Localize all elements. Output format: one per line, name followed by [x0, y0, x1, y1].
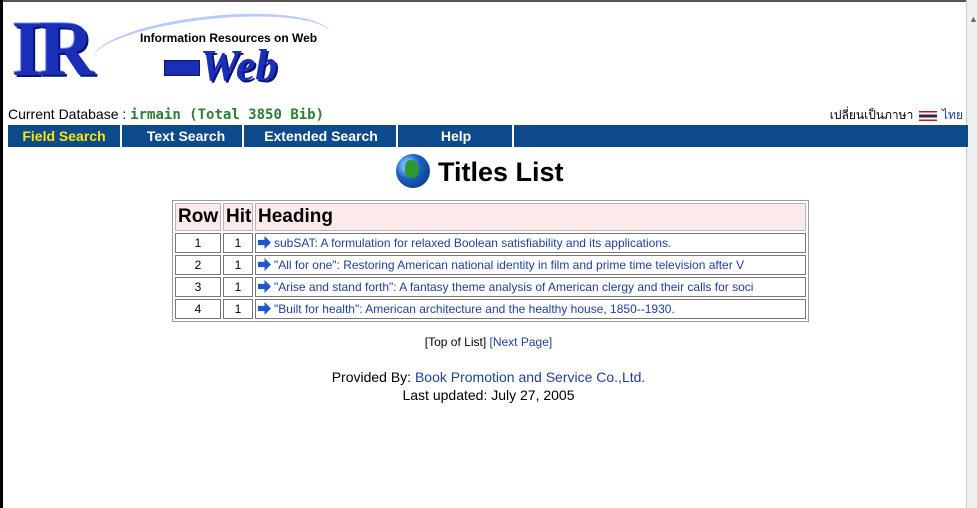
logo-dash [164, 60, 200, 76]
current-database: Current Database : irmain (Total 3850 Bi… [8, 106, 324, 123]
arrow-right-icon[interactable] [258, 236, 271, 249]
table-row: 4 1 "Built for health": American archite… [175, 299, 806, 319]
tab-extended-search[interactable]: Extended Search [246, 125, 398, 147]
nav-bar: Field Search Text Search Extended Search… [8, 125, 968, 147]
table-row: 3 1 "Arise and stand forth": A fantasy t… [175, 277, 806, 297]
heading-cell: "Arise and stand forth": A fantasy theme… [255, 277, 806, 297]
scroll-up-icon[interactable]: ▲ [969, 14, 977, 24]
row-number: 3 [175, 277, 221, 297]
tab-text-search[interactable]: Text Search [130, 125, 244, 147]
hit-count: 1 [223, 233, 253, 253]
database-label: Current Database : [8, 106, 131, 122]
table-header-row: Row Hit Heading [175, 203, 806, 231]
ir-web-logo: IR Web Information Resources on Web [12, 3, 342, 104]
titles-table: Row Hit Heading 1 1 subSAT: A formulatio… [172, 200, 809, 322]
title-link[interactable]: subSAT: A formulation for relaxed Boolea… [274, 236, 671, 250]
row-number: 4 [175, 299, 221, 319]
top-of-list-label: [Top of List] [424, 335, 487, 349]
thai-flag-icon[interactable] [918, 110, 937, 121]
language-switch[interactable]: เปลี่ยนเป็นภาษา ไทย [830, 106, 963, 125]
title-link[interactable]: "Arise and stand forth": A fantasy theme… [274, 280, 753, 294]
database-name: irmain (Total 3850 Bib) [130, 107, 325, 123]
logo-subtitle: Information Resources on Web [140, 31, 318, 45]
window-left-border [0, 0, 3, 508]
arrow-right-icon[interactable] [258, 302, 271, 315]
logo-ir-text: IR [12, 5, 95, 92]
globe-icon [396, 154, 430, 188]
window-top-border [0, 0, 977, 2]
hit-count: 1 [223, 277, 253, 297]
column-header-heading: Heading [255, 203, 806, 231]
vertical-scrollbar[interactable]: ▲ [966, 0, 977, 508]
last-updated: Last updated: July 27, 2005 [402, 387, 575, 403]
provided-by: Provided By: Book Promotion and Service … [0, 368, 977, 386]
heading-cell: "Built for health": American architectur… [255, 299, 806, 319]
row-number: 1 [175, 233, 221, 253]
column-header-hit: Hit [223, 203, 253, 231]
arrow-right-icon[interactable] [258, 258, 271, 271]
column-header-row: Row [175, 203, 221, 231]
pagination: [Top of List] [Next Page] [0, 335, 977, 349]
table-row: 1 1 subSAT: A formulation for relaxed Bo… [175, 233, 806, 253]
provided-by-label: Provided By: [331, 369, 415, 385]
thai-language-link[interactable]: ไทย [942, 108, 963, 122]
row-number: 2 [175, 255, 221, 275]
logo-web-text: Web [200, 41, 278, 90]
heading-cell: "All for one": Restoring American nation… [255, 255, 806, 275]
page-title: Titles List [438, 157, 564, 187]
hit-count: 1 [223, 299, 253, 319]
tab-help[interactable]: Help [400, 125, 514, 147]
tab-field-search[interactable]: Field Search [8, 125, 122, 147]
arrow-right-icon[interactable] [258, 280, 271, 293]
footer: Provided By: Book Promotion and Service … [0, 368, 977, 404]
title-link[interactable]: "Built for health": American architectur… [274, 302, 675, 316]
language-switch-label: เปลี่ยนเป็นภาษา [829, 108, 914, 122]
title-link[interactable]: "All for one": Restoring American nation… [274, 258, 744, 272]
heading-cell: subSAT: A formulation for relaxed Boolea… [255, 233, 806, 253]
table-row: 2 1 "All for one": Restoring American na… [175, 255, 806, 275]
hit-count: 1 [223, 255, 253, 275]
next-page-link[interactable]: [Next Page] [490, 335, 553, 349]
provider-link[interactable]: Book Promotion and Service Co.,Ltd. [415, 369, 645, 385]
